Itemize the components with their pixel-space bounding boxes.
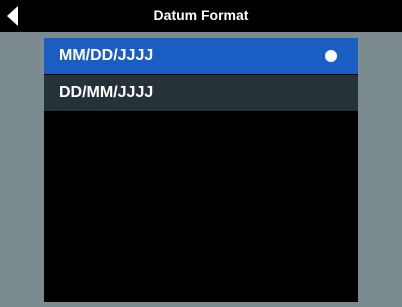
option-dd-mm-yyyy[interactable]: DD/MM/JJJJ <box>44 75 358 111</box>
date-format-list: MM/DD/JJJJ DD/MM/JJJJ <box>44 38 358 302</box>
selected-indicator-icon <box>325 50 337 62</box>
title-bar: Datum Format <box>0 0 402 32</box>
page-title: Datum Format <box>153 7 249 23</box>
option-mm-dd-yyyy[interactable]: MM/DD/JJJJ <box>44 38 358 74</box>
back-button[interactable] <box>0 0 30 32</box>
right-margin <box>358 32 402 307</box>
left-margin <box>0 32 44 307</box>
back-arrow-icon <box>7 6 18 26</box>
option-label: DD/MM/JJJJ <box>59 84 154 101</box>
option-label: MM/DD/JJJJ <box>59 47 154 64</box>
